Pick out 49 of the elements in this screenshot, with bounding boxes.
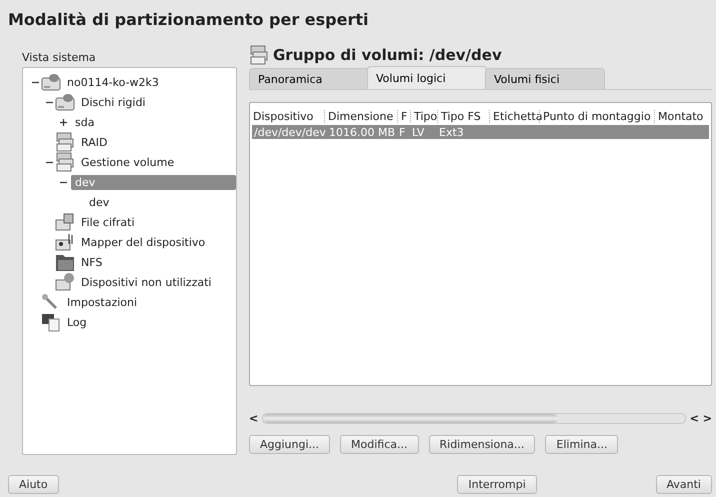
column-header[interactable]: Dispositivo <box>252 110 324 122</box>
scrollbar-thumb[interactable] <box>263 414 558 423</box>
tab[interactable]: Volumi logici <box>367 66 487 89</box>
table-cell-text: 1016.00 MB <box>328 126 396 138</box>
drive-stack-icon <box>55 152 75 172</box>
tree-item[interactable]: File cifrati <box>77 214 139 230</box>
scrollbar-track[interactable] <box>262 413 686 424</box>
tree-item[interactable]: dev <box>85 194 114 210</box>
column-header[interactable]: Dimensione <box>324 110 397 122</box>
action-button[interactable]: Ridimensiona... <box>428 435 536 454</box>
action-button[interactable]: Modifica... <box>340 435 418 454</box>
hard-drive-icon <box>41 72 61 92</box>
page-heading: Gruppo di volumi: /dev/dev <box>273 46 502 64</box>
column-header[interactable]: Etichetta <box>489 110 539 122</box>
cancel-button[interactable]: Interrompi <box>457 475 537 494</box>
column-header[interactable]: Montato <box>654 110 709 122</box>
window-title: Modalità di partizionamento per esperti <box>8 10 370 29</box>
folder-icon <box>55 252 75 272</box>
action-button[interactable]: Aggiungi... <box>249 435 330 454</box>
tree-item[interactable]: Impostazioni <box>63 294 142 310</box>
computer-document-icon <box>41 312 61 332</box>
drive-stack-icon <box>55 132 75 152</box>
tree-item[interactable]: NFS <box>77 254 106 270</box>
tab[interactable]: Panoramica <box>249 68 369 89</box>
tab[interactable]: Volumi fisici <box>485 68 605 89</box>
tree-item[interactable]: sda <box>71 114 98 130</box>
tree-item[interactable]: no0114-ko-w2k3 <box>63 74 163 90</box>
tree-item[interactable]: Mapper del dispositivo <box>77 234 210 250</box>
drive-stack-icon <box>249 45 269 65</box>
tree-item[interactable]: Dispositivi non utilizzati <box>77 274 216 290</box>
help-button[interactable]: Aiuto <box>8 475 59 494</box>
tree-item[interactable]: RAID <box>77 134 112 150</box>
next-button[interactable]: Avanti <box>656 475 712 494</box>
action-button[interactable]: Elimina... <box>545 435 618 454</box>
table-cell-text: LV <box>411 126 426 138</box>
table-cell-text: /dev/dev/dev <box>253 126 327 138</box>
table-cell-text: F <box>398 126 406 138</box>
hard-drive-icon <box>55 92 75 112</box>
table-cell-text: Ext3 <box>438 126 465 138</box>
tree-item[interactable]: Dischi rigidi <box>77 94 150 110</box>
scroll-arrows[interactable]: < > <box>690 412 712 425</box>
expand-icon[interactable] <box>60 118 66 126</box>
panel-label: Vista sistema <box>22 51 97 64</box>
column-header[interactable]: Tipo FS <box>437 110 489 122</box>
column-header[interactable]: Tipo <box>410 110 437 122</box>
column-header[interactable]: F <box>397 110 410 122</box>
scroll-left-arrow[interactable]: < <box>249 412 258 425</box>
tree-item[interactable]: Gestione volume <box>77 154 178 170</box>
tree-item[interactable]: Log <box>63 314 91 330</box>
